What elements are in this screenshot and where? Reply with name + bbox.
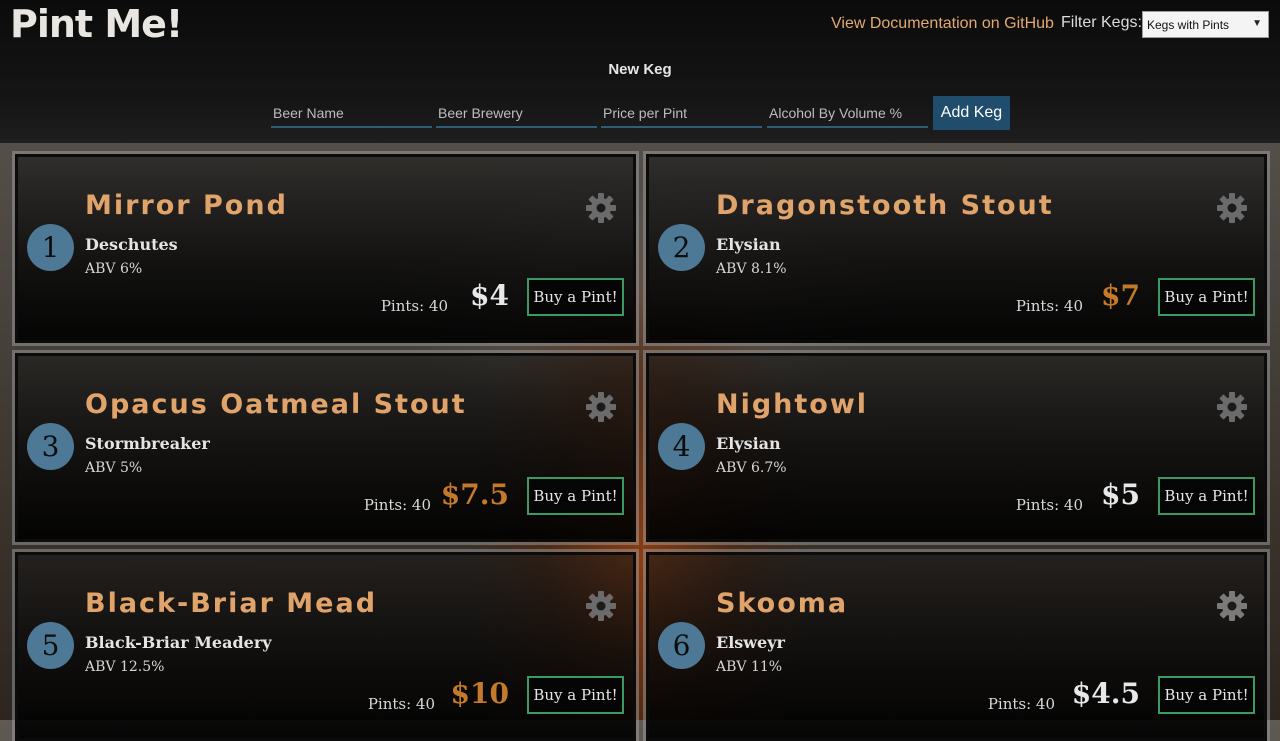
keg-name: Opacus Oatmeal Stout — [85, 389, 467, 420]
buy-pint-button[interactable]: Buy a Pint! — [527, 477, 624, 515]
keg-name: Black-Briar Mead — [85, 588, 378, 619]
tap-number-badge: 4 — [658, 423, 705, 470]
keg-card-4: Nightowl 4 Elysian ABV 6.7% Pints: 40 $5… — [643, 350, 1270, 545]
filter-kegs-select[interactable]: Kegs with Pints ▼ — [1142, 11, 1269, 38]
keg-name: Skooma — [716, 588, 849, 619]
keg-card-5: Black-Briar Mead 5 Black-Briar Meadery A… — [12, 549, 639, 741]
keg-card-3: Opacus Oatmeal Stout 3 Stormbreaker ABV … — [12, 350, 639, 545]
keg-name: Dragonstooth Stout — [716, 190, 1054, 221]
documentation-link[interactable]: View Documentation on GitHub — [831, 15, 1054, 33]
keg-brewery: Elysian — [716, 235, 781, 254]
buy-pint-button[interactable]: Buy a Pint! — [527, 676, 624, 714]
keg-name: Nightowl — [716, 389, 869, 420]
pint-price: $7 — [1101, 279, 1140, 312]
keg-name: Mirror Pond — [85, 190, 288, 221]
pint-price: $7.5 — [440, 478, 509, 511]
beer-name-input[interactable] — [271, 104, 433, 122]
keg-brewery: Black-Briar Meadery — [85, 633, 272, 652]
gear-icon[interactable] — [585, 192, 617, 224]
tap-number-badge: 1 — [27, 224, 74, 271]
pint-price: $5 — [1101, 478, 1140, 511]
tap-number-badge: 3 — [27, 423, 74, 470]
app-logo[interactable]: Pint Me! — [10, 2, 183, 46]
price-per-pint-input[interactable] — [601, 104, 763, 122]
gear-icon[interactable] — [1216, 590, 1248, 622]
buy-pint-button[interactable]: Buy a Pint! — [1158, 278, 1255, 316]
keg-card-1: Mirror Pond 1 Deschutes ABV 6% Pints: 40… — [12, 151, 639, 346]
keg-card-6: Skooma 6 Elsweyr ABV 11% Pints: 40 $4.5 … — [643, 549, 1270, 741]
abv-field — [767, 96, 929, 128]
keg-brewery: Deschutes — [85, 235, 178, 254]
tap-number-badge: 2 — [658, 224, 705, 271]
pint-price: $4 — [470, 279, 509, 312]
gear-icon[interactable] — [1216, 391, 1248, 423]
buy-pint-button[interactable]: Buy a Pint! — [1158, 676, 1255, 714]
keg-abv: ABV 6% — [85, 261, 143, 277]
tap-number-badge: 6 — [658, 622, 705, 669]
dropdown-arrow-icon: ▼ — [1252, 18, 1262, 29]
price-per-pint-field — [601, 96, 763, 128]
keg-card-2: Dragonstooth Stout 2 Elysian ABV 8.1% Pi… — [643, 151, 1270, 346]
keg-abv: ABV 8.1% — [716, 261, 787, 277]
buy-pint-button[interactable]: Buy a Pint! — [527, 278, 624, 316]
pint-price: $10 — [450, 677, 509, 710]
keg-brewery: Stormbreaker — [85, 434, 210, 453]
keg-abv: ABV 11% — [716, 659, 783, 675]
pint-price: $4.5 — [1071, 677, 1140, 710]
beer-brewery-input[interactable] — [436, 104, 598, 122]
abv-input[interactable] — [767, 104, 929, 122]
tap-number-badge: 5 — [27, 622, 74, 669]
keg-brewery: Elysian — [716, 434, 781, 453]
keg-abv: ABV 5% — [85, 460, 143, 476]
beer-brewery-field — [436, 96, 598, 128]
buy-pint-button[interactable]: Buy a Pint! — [1158, 477, 1255, 515]
keg-brewery: Elsweyr — [716, 633, 785, 652]
keg-abv: ABV 6.7% — [716, 460, 787, 476]
gear-icon[interactable] — [1216, 192, 1248, 224]
filter-selected-value: Kegs with Pints — [1147, 18, 1230, 32]
filter-label: Filter Kegs: — [1061, 14, 1142, 31]
new-keg-title: New Keg — [608, 61, 672, 78]
beer-name-field — [271, 96, 433, 128]
keg-abv: ABV 12.5% — [85, 659, 165, 675]
top-bar: Pint Me! View Documentation on GitHub Fi… — [0, 0, 1280, 143]
add-keg-button[interactable]: Add Keg — [933, 96, 1010, 130]
gear-icon[interactable] — [585, 590, 617, 622]
gear-icon[interactable] — [585, 391, 617, 423]
